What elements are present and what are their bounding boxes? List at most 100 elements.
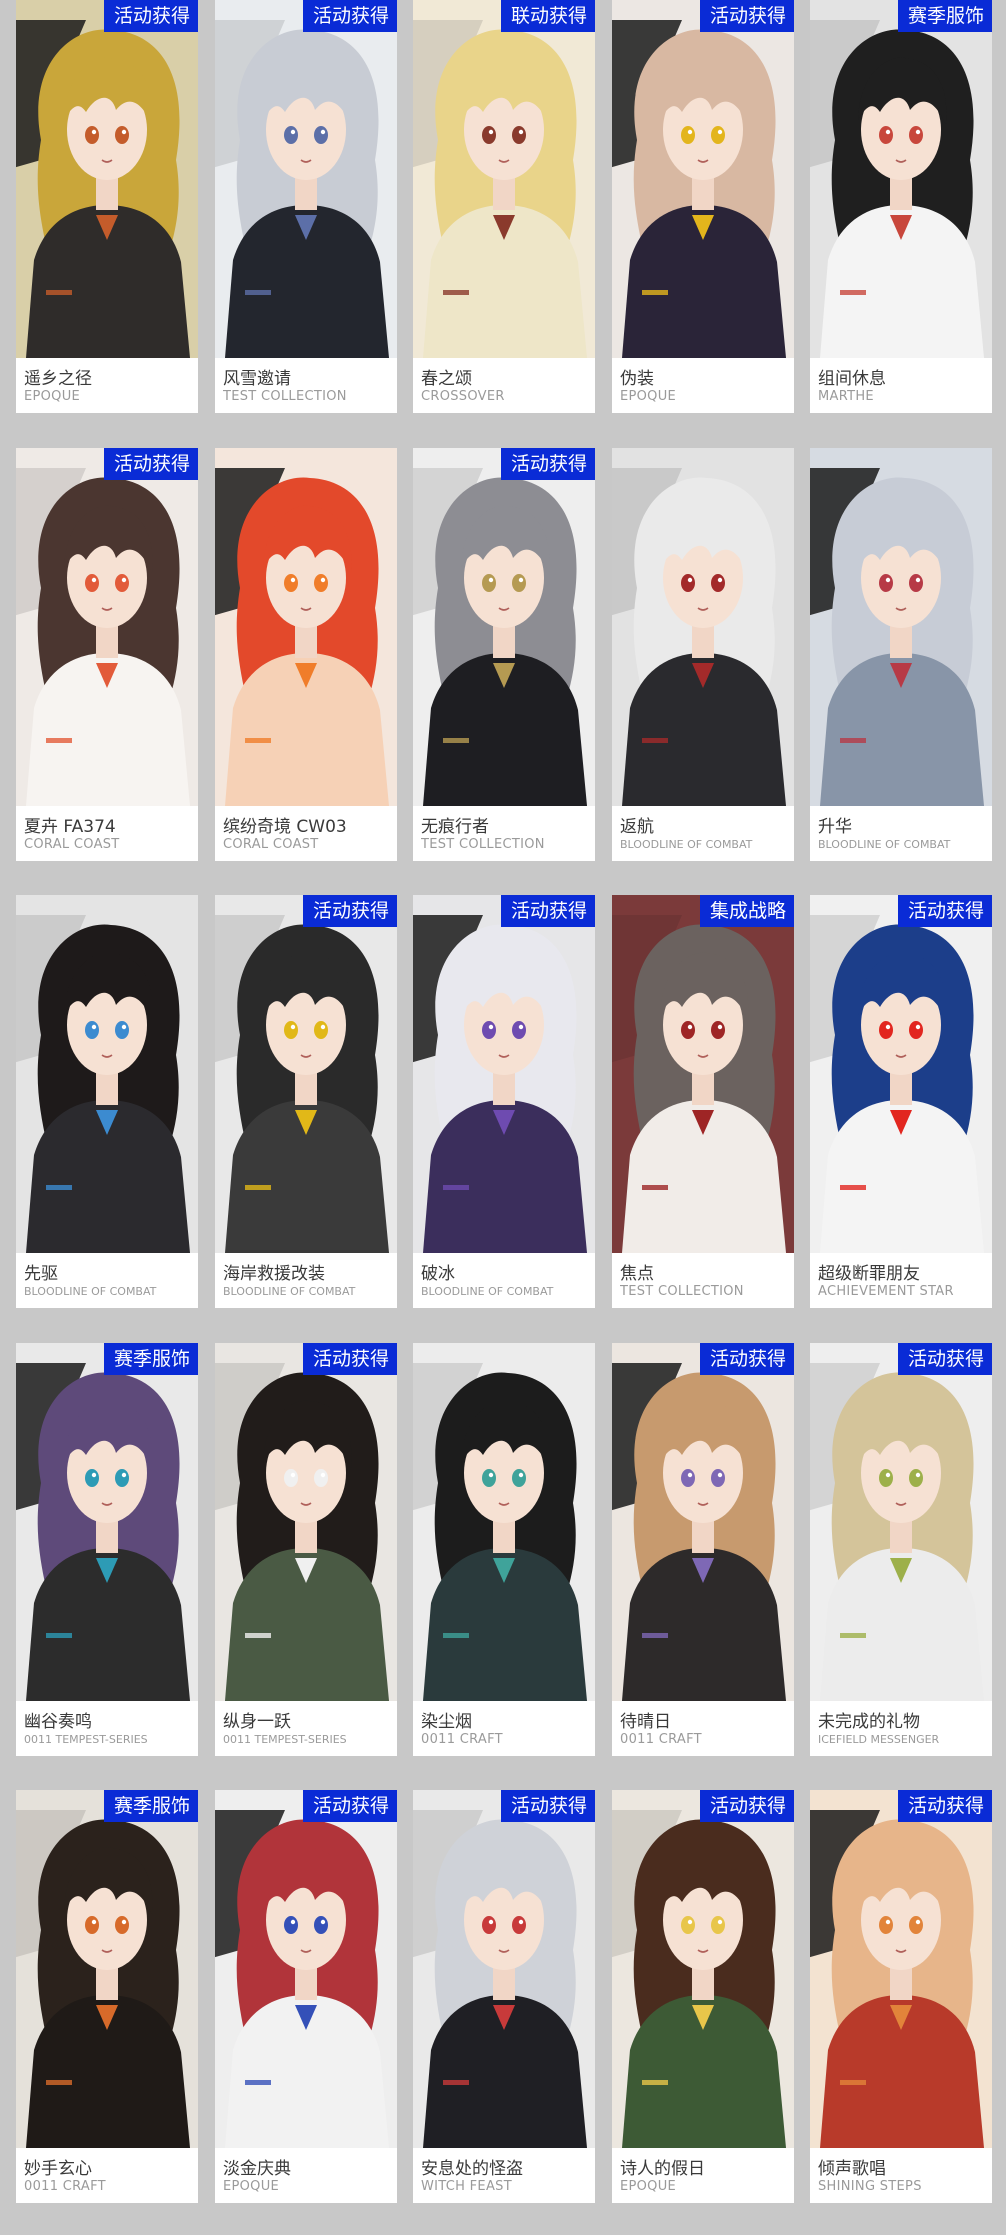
skin-artwork bbox=[413, 0, 595, 358]
skin-art bbox=[16, 448, 198, 806]
skin-card[interactable]: 活动获得无痕行者 TEST COLLECTION bbox=[413, 448, 595, 861]
skin-art bbox=[810, 448, 992, 806]
skin-name: 伪装 bbox=[620, 369, 654, 389]
skin-caption: 淡金庆典 EPOQUE bbox=[215, 2148, 397, 2203]
skin-caption: 安息处的怪盗 WITCH FEAST bbox=[413, 2148, 595, 2203]
skin-card[interactable]: 活动获得海岸救援改装 BLOODLINE OF COMBAT bbox=[215, 895, 397, 1308]
skin-art bbox=[413, 1790, 595, 2148]
skin-name: 升华 bbox=[818, 817, 852, 837]
acquisition-badge: 活动获得 bbox=[302, 1343, 397, 1375]
skin-artwork bbox=[810, 895, 992, 1253]
skin-name: 海岸救援改装 bbox=[223, 1264, 325, 1284]
skin-card[interactable]: 活动获得 待晴日 0011 CRAFT bbox=[612, 1343, 794, 1756]
acquisition-badge: 活动获得 bbox=[500, 448, 595, 480]
skin-art bbox=[810, 1343, 992, 1701]
skin-card[interactable]: 活动获得夏卉 FA374 CORAL COAST bbox=[16, 448, 198, 861]
skin-caption: 组间休息 MARTHE bbox=[810, 358, 992, 413]
skin-card[interactable]: 赛季服饰组间休息 MARTHE bbox=[810, 0, 992, 413]
skin-caption: 超级断罪朋友 ACHIEVEMENT STAR bbox=[810, 1253, 992, 1308]
skin-card[interactable]: 活动获得 安息处的怪盗 WITCH FEAST bbox=[413, 1790, 595, 2203]
skin-card[interactable]: 活动获得遥乡之径 EPOQUE bbox=[16, 0, 198, 413]
acquisition-badge: 活动获得 bbox=[897, 1790, 992, 1822]
skin-caption: 倾声歌唱 SHINING STEPS bbox=[810, 2148, 992, 2203]
skin-card[interactable]: 升华 BLOODLINE OF COMBAT bbox=[810, 448, 992, 861]
skin-artwork bbox=[16, 0, 198, 358]
acquisition-badge: 赛季服饰 bbox=[897, 0, 992, 32]
skin-caption: 升华 BLOODLINE OF COMBAT bbox=[810, 806, 992, 861]
skin-name: 待晴日 bbox=[620, 1712, 671, 1732]
skin-artwork bbox=[215, 0, 397, 358]
skin-card[interactable]: 活动获得 诗人的假日 EPOQUE bbox=[612, 1790, 794, 2203]
skin-card[interactable]: 活动获得超级断罪朋友 ACHIEVEMENT STAR bbox=[810, 895, 992, 1308]
skin-art bbox=[215, 0, 397, 358]
skin-name: 超级断罪朋友 bbox=[818, 1264, 920, 1284]
acquisition-badge: 活动获得 bbox=[302, 0, 397, 32]
skin-art bbox=[413, 1343, 595, 1701]
skin-caption: 春之颂 CROSSOVER bbox=[413, 358, 595, 413]
skin-art bbox=[16, 895, 198, 1253]
skin-artwork bbox=[16, 448, 198, 806]
skin-series: CROSSOVER bbox=[421, 389, 505, 404]
skin-art bbox=[612, 1790, 794, 2148]
skin-series: WITCH FEAST bbox=[421, 2179, 512, 2194]
skin-art bbox=[612, 895, 794, 1253]
skin-artwork bbox=[612, 895, 794, 1253]
skin-card[interactable]: 返航 BLOODLINE OF COMBAT bbox=[612, 448, 794, 861]
skin-series: CORAL COAST bbox=[24, 837, 120, 852]
skin-artwork bbox=[215, 1343, 397, 1701]
skin-name: 诗人的假日 bbox=[620, 2159, 705, 2179]
skin-caption: 染尘烟 0011 CRAFT bbox=[413, 1701, 595, 1756]
skin-card[interactable]: 先驱 BLOODLINE OF COMBAT bbox=[16, 895, 198, 1308]
skin-caption: 夏卉 FA374 CORAL COAST bbox=[16, 806, 198, 861]
skin-card[interactable]: 活动获得 破冰 BLOODLINE OF COMBAT bbox=[413, 895, 595, 1308]
skin-card[interactable]: 活动获得 未完成的礼物 ICEFIELD MESSENGER bbox=[810, 1343, 992, 1756]
skin-card[interactable]: 活动获得 淡金庆典 EPOQUE bbox=[215, 1790, 397, 2203]
skin-series: 0011 CRAFT bbox=[24, 2179, 106, 2194]
skin-card[interactable]: 活动获得 风雪邀请 TEST COLLECTION bbox=[215, 0, 397, 413]
skin-art bbox=[215, 448, 397, 806]
skin-card[interactable]: 联动获得 春之颂 CROSSOVER bbox=[413, 0, 595, 413]
skin-card[interactable]: 活动获得 纵身一跃 0011 TEMPEST-SERIES bbox=[215, 1343, 397, 1756]
skin-series: 0011 TEMPEST-SERIES bbox=[223, 1733, 347, 1746]
skin-name: 妙手玄心 bbox=[24, 2159, 92, 2179]
skin-card[interactable]: 集成战略焦点 TEST COLLECTION bbox=[612, 895, 794, 1308]
skin-card[interactable]: 缤纷奇境 CW03 CORAL COAST bbox=[215, 448, 397, 861]
skin-caption: 诗人的假日 EPOQUE bbox=[612, 2148, 794, 2203]
acquisition-badge: 活动获得 bbox=[897, 1343, 992, 1375]
skin-caption: 焦点 TEST COLLECTION bbox=[612, 1253, 794, 1308]
skin-caption: 幽谷奏鸣 0011 TEMPEST-SERIES bbox=[16, 1701, 198, 1756]
skin-artwork bbox=[612, 0, 794, 358]
skin-artwork bbox=[215, 1790, 397, 2148]
skin-series: EPOQUE bbox=[223, 2179, 280, 2194]
skin-series: ACHIEVEMENT STAR bbox=[818, 1284, 954, 1299]
skin-caption: 破冰 BLOODLINE OF COMBAT bbox=[413, 1253, 595, 1308]
skin-artwork bbox=[810, 448, 992, 806]
skin-artwork bbox=[413, 1343, 595, 1701]
acquisition-badge: 赛季服饰 bbox=[103, 1343, 198, 1375]
acquisition-badge: 集成战略 bbox=[699, 895, 794, 927]
acquisition-badge: 活动获得 bbox=[103, 0, 198, 32]
skin-series: EPOQUE bbox=[620, 2179, 677, 2194]
skin-artwork bbox=[16, 895, 198, 1253]
skin-art bbox=[16, 0, 198, 358]
acquisition-badge: 活动获得 bbox=[103, 448, 198, 480]
skin-name: 安息处的怪盗 bbox=[421, 2159, 523, 2179]
skin-series: 0011 TEMPEST-SERIES bbox=[24, 1733, 148, 1746]
skin-card[interactable]: 活动获得倾声歌唱 SHINING STEPS bbox=[810, 1790, 992, 2203]
skin-name: 倾声歌唱 bbox=[818, 2159, 886, 2179]
skin-card[interactable]: 染尘烟 0011 CRAFT bbox=[413, 1343, 595, 1756]
skin-card[interactable]: 赛季服饰幽谷奏鸣 0011 TEMPEST-SERIES bbox=[16, 1343, 198, 1756]
acquisition-badge: 活动获得 bbox=[699, 0, 794, 32]
skin-series: ICEFIELD MESSENGER bbox=[818, 1733, 940, 1746]
skin-series: EPOQUE bbox=[24, 389, 81, 404]
skin-card[interactable]: 活动获得 伪装 EPOQUE bbox=[612, 0, 794, 413]
acquisition-badge: 活动获得 bbox=[897, 895, 992, 927]
skin-name: 遥乡之径 bbox=[24, 369, 92, 389]
acquisition-badge: 活动获得 bbox=[302, 895, 397, 927]
skin-series: BLOODLINE OF COMBAT bbox=[223, 1285, 356, 1298]
skin-artwork bbox=[612, 1790, 794, 2148]
acquisition-badge: 赛季服饰 bbox=[103, 1790, 198, 1822]
skin-card[interactable]: 赛季服饰妙手玄心 0011 CRAFT bbox=[16, 1790, 198, 2203]
skin-art bbox=[16, 1343, 198, 1701]
skin-caption: 无痕行者 TEST COLLECTION bbox=[413, 806, 595, 861]
